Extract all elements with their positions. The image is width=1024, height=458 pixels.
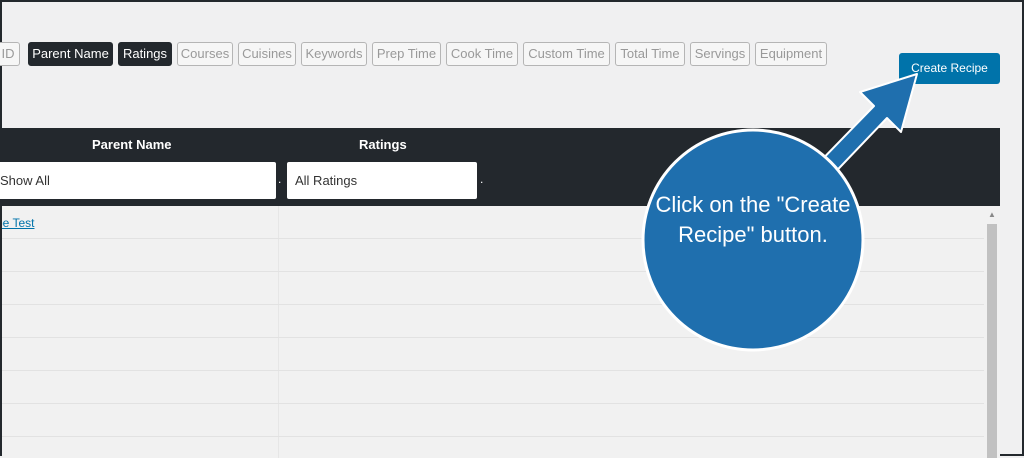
column-toggle-id[interactable]: ID [0, 42, 20, 66]
recipes-table: Parent Name Ratings Show All . All Ratin… [0, 128, 1000, 458]
column-toggle-cook-time[interactable]: Cook Time [446, 42, 518, 66]
callout-text: Click on the "Create Recipe" button. [655, 192, 851, 247]
column-toggle-keywords[interactable]: Keywords [301, 42, 367, 66]
table-row [2, 272, 984, 305]
filter-separator: . [480, 172, 484, 186]
table-row [2, 437, 984, 458]
table-row [2, 338, 984, 371]
column-toggle-custom-time[interactable]: Custom Time [523, 42, 610, 66]
column-toggle-equipment[interactable]: Equipment [755, 42, 827, 66]
recipe-name-link[interactable]: Recipe Test [2, 216, 34, 230]
column-toggle-prep-time[interactable]: Prep Time [372, 42, 441, 66]
column-toggle-cuisines[interactable]: Cuisines [238, 42, 296, 66]
table-row [2, 305, 984, 338]
column-toggle-parent-name[interactable]: Parent Name [28, 42, 113, 66]
column-toggle-servings[interactable]: Servings [690, 42, 750, 66]
filter-separator: . [278, 172, 282, 186]
create-recipe-button[interactable]: Create Recipe [899, 53, 1000, 84]
scrollbar-thumb[interactable] [987, 224, 997, 458]
table-row [2, 404, 984, 437]
table-row [2, 371, 984, 404]
column-toggle-ratings[interactable]: Ratings [118, 42, 172, 66]
parent-name-filter-input[interactable]: Show All [0, 162, 276, 199]
column-toggle-courses[interactable]: Courses [177, 42, 233, 66]
parent-name-column-header[interactable]: Parent Name [92, 137, 171, 152]
scroll-up-arrow-icon[interactable]: ▲ [988, 210, 996, 219]
table-scrollbar[interactable]: ▲ [984, 206, 1000, 458]
column-toggle-total-time[interactable]: Total Time [615, 42, 685, 66]
ratings-column-header[interactable]: Ratings [359, 137, 407, 152]
ratings-filter-select[interactable]: All Ratings [287, 162, 477, 199]
